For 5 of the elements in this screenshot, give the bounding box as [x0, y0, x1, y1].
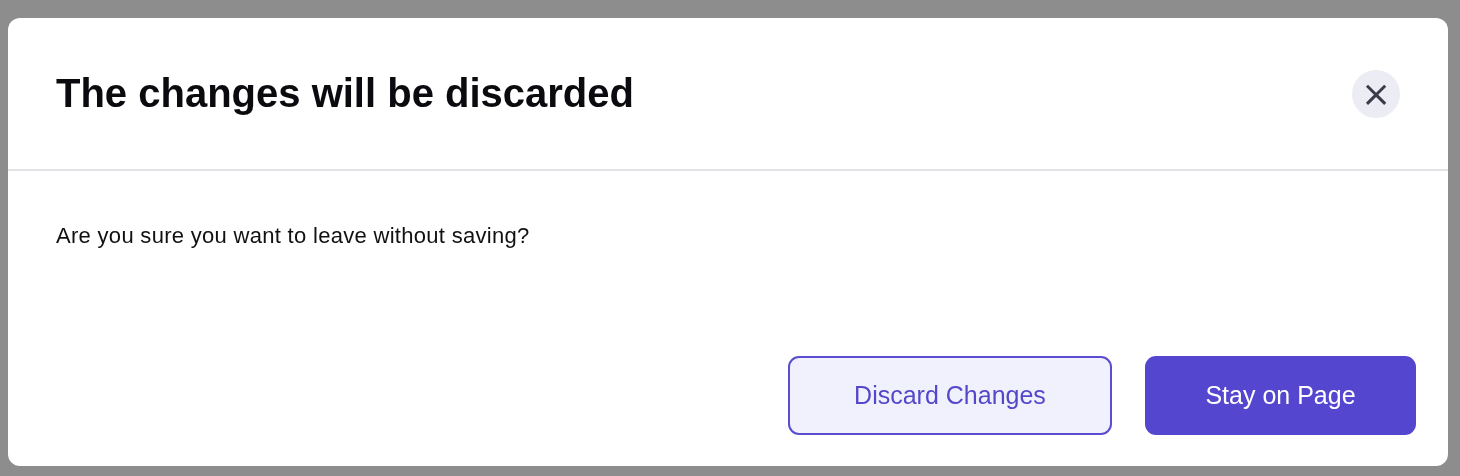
- stay-button[interactable]: Stay on Page: [1145, 356, 1416, 435]
- dialog-message: Are you sure you want to leave without saving?: [56, 223, 531, 249]
- close-button[interactable]: ×: [1352, 69, 1400, 118]
- discard-button[interactable]: Discard Changes: [788, 356, 1112, 435]
- dialog-title: The changes will be discarded: [56, 71, 634, 116]
